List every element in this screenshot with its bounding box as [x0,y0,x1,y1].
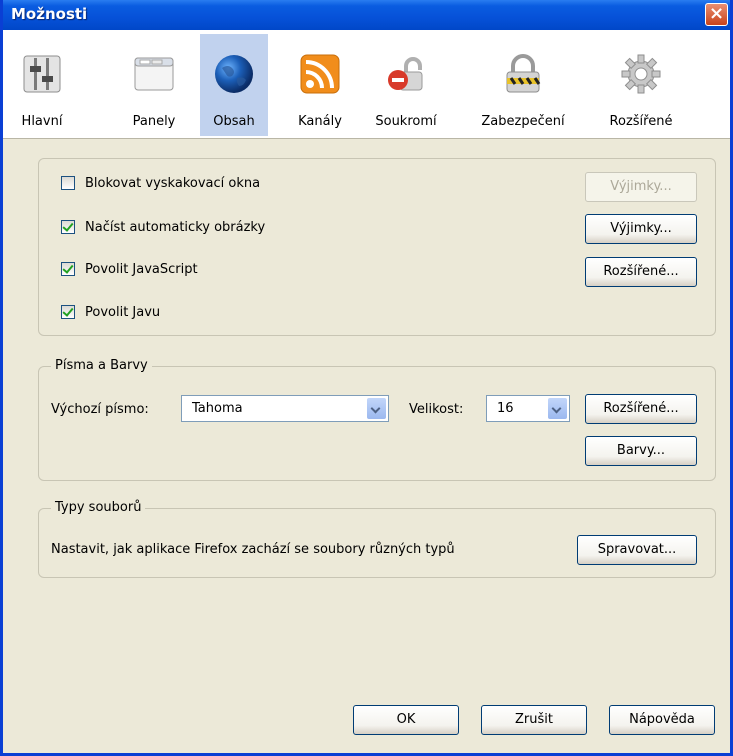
checkbox-label: Povolit Javu [85,305,161,320]
load-images-checkbox[interactable] [61,220,75,234]
group-legend: Písma a Barvy [51,358,152,373]
chevron-down-icon[interactable] [548,398,567,419]
size-label: Velikost: [409,402,464,417]
pane-label: Obsah [213,114,255,129]
pane-label: Panely [132,114,176,129]
cancel-button[interactable]: Zrušit [481,705,587,735]
colors-button[interactable]: Barvy... [585,436,697,466]
pane-label: Rozšířené [609,114,673,129]
pane-label: Kanály [298,114,342,129]
pane-tabs[interactable]: Panely [123,34,185,136]
ok-button[interactable]: OK [353,705,459,735]
help-button[interactable]: Nápověda [609,705,715,735]
padlock-icon [506,54,541,93]
globe-icon [215,55,253,93]
enable-java-checkbox[interactable] [61,305,75,319]
pane-security[interactable]: Zabezpečení [468,34,578,136]
main-switch-icon [23,55,61,93]
pane-label: Zabezpečení [481,114,565,129]
manage-file-types-button[interactable]: Spravovat... [577,535,697,565]
checkbox-label: Povolit JavaScript [85,262,198,277]
group-legend: Typy souborů [51,500,146,515]
gear-icon [621,54,661,94]
block-popups-checkbox[interactable] [61,176,75,190]
pane-content[interactable]: Obsah [200,34,268,136]
close-button[interactable]: × [705,3,728,26]
checkbox-label: Blokovat vyskakovací okna [85,176,261,191]
pane-feeds[interactable]: Kanály [286,34,354,136]
fonts-advanced-button[interactable]: Rozšířené... [585,394,697,424]
close-icon: × [708,3,725,24]
default-font-select[interactable]: Tahoma [181,395,389,422]
select-value: 16 [497,401,514,416]
rss-feed-icon [300,54,340,94]
chevron-down-icon[interactable] [367,398,386,419]
pane-label: Soukromí [375,114,437,129]
options-dialog: Možnosti × Hlavní Panely Obsah Kanály So… [0,0,733,756]
content-group: Blokovat vyskakovací okna Výjimky... Nač… [38,158,716,336]
preferences-toolbar: Hlavní Panely Obsah Kanály Soukromí Zabe… [3,30,730,139]
pane-privacy[interactable]: Soukromí [365,34,447,136]
tabs-window-icon [134,57,174,91]
pane-label: Hlavní [21,114,63,129]
file-types-group: Typy souborů Nastavit, jak aplikace Fire… [38,500,716,578]
popup-exceptions-button[interactable]: Výjimky... [585,172,697,202]
window-title: Možnosti [11,5,88,23]
file-types-description: Nastavit, jak aplikace Firefox zachází s… [51,542,455,557]
default-font-label: Výchozí písmo: [51,402,149,417]
javascript-advanced-button[interactable]: Rozšířené... [585,257,697,287]
privacy-mask-icon [388,57,423,91]
font-size-select[interactable]: 16 [486,395,570,422]
fonts-colors-group: Písma a Barvy Výchozí písmo: Tahoma Veli… [38,358,716,481]
select-value: Tahoma [192,401,243,416]
title-bar[interactable]: Možnosti × [3,0,730,30]
enable-javascript-checkbox[interactable] [61,262,75,276]
image-exceptions-button[interactable]: Výjimky... [585,214,697,244]
pane-advanced[interactable]: Rozšířené [595,34,687,136]
checkbox-label: Načíst automaticky obrázky [85,220,266,235]
pane-main[interactable]: Hlavní [11,34,73,136]
